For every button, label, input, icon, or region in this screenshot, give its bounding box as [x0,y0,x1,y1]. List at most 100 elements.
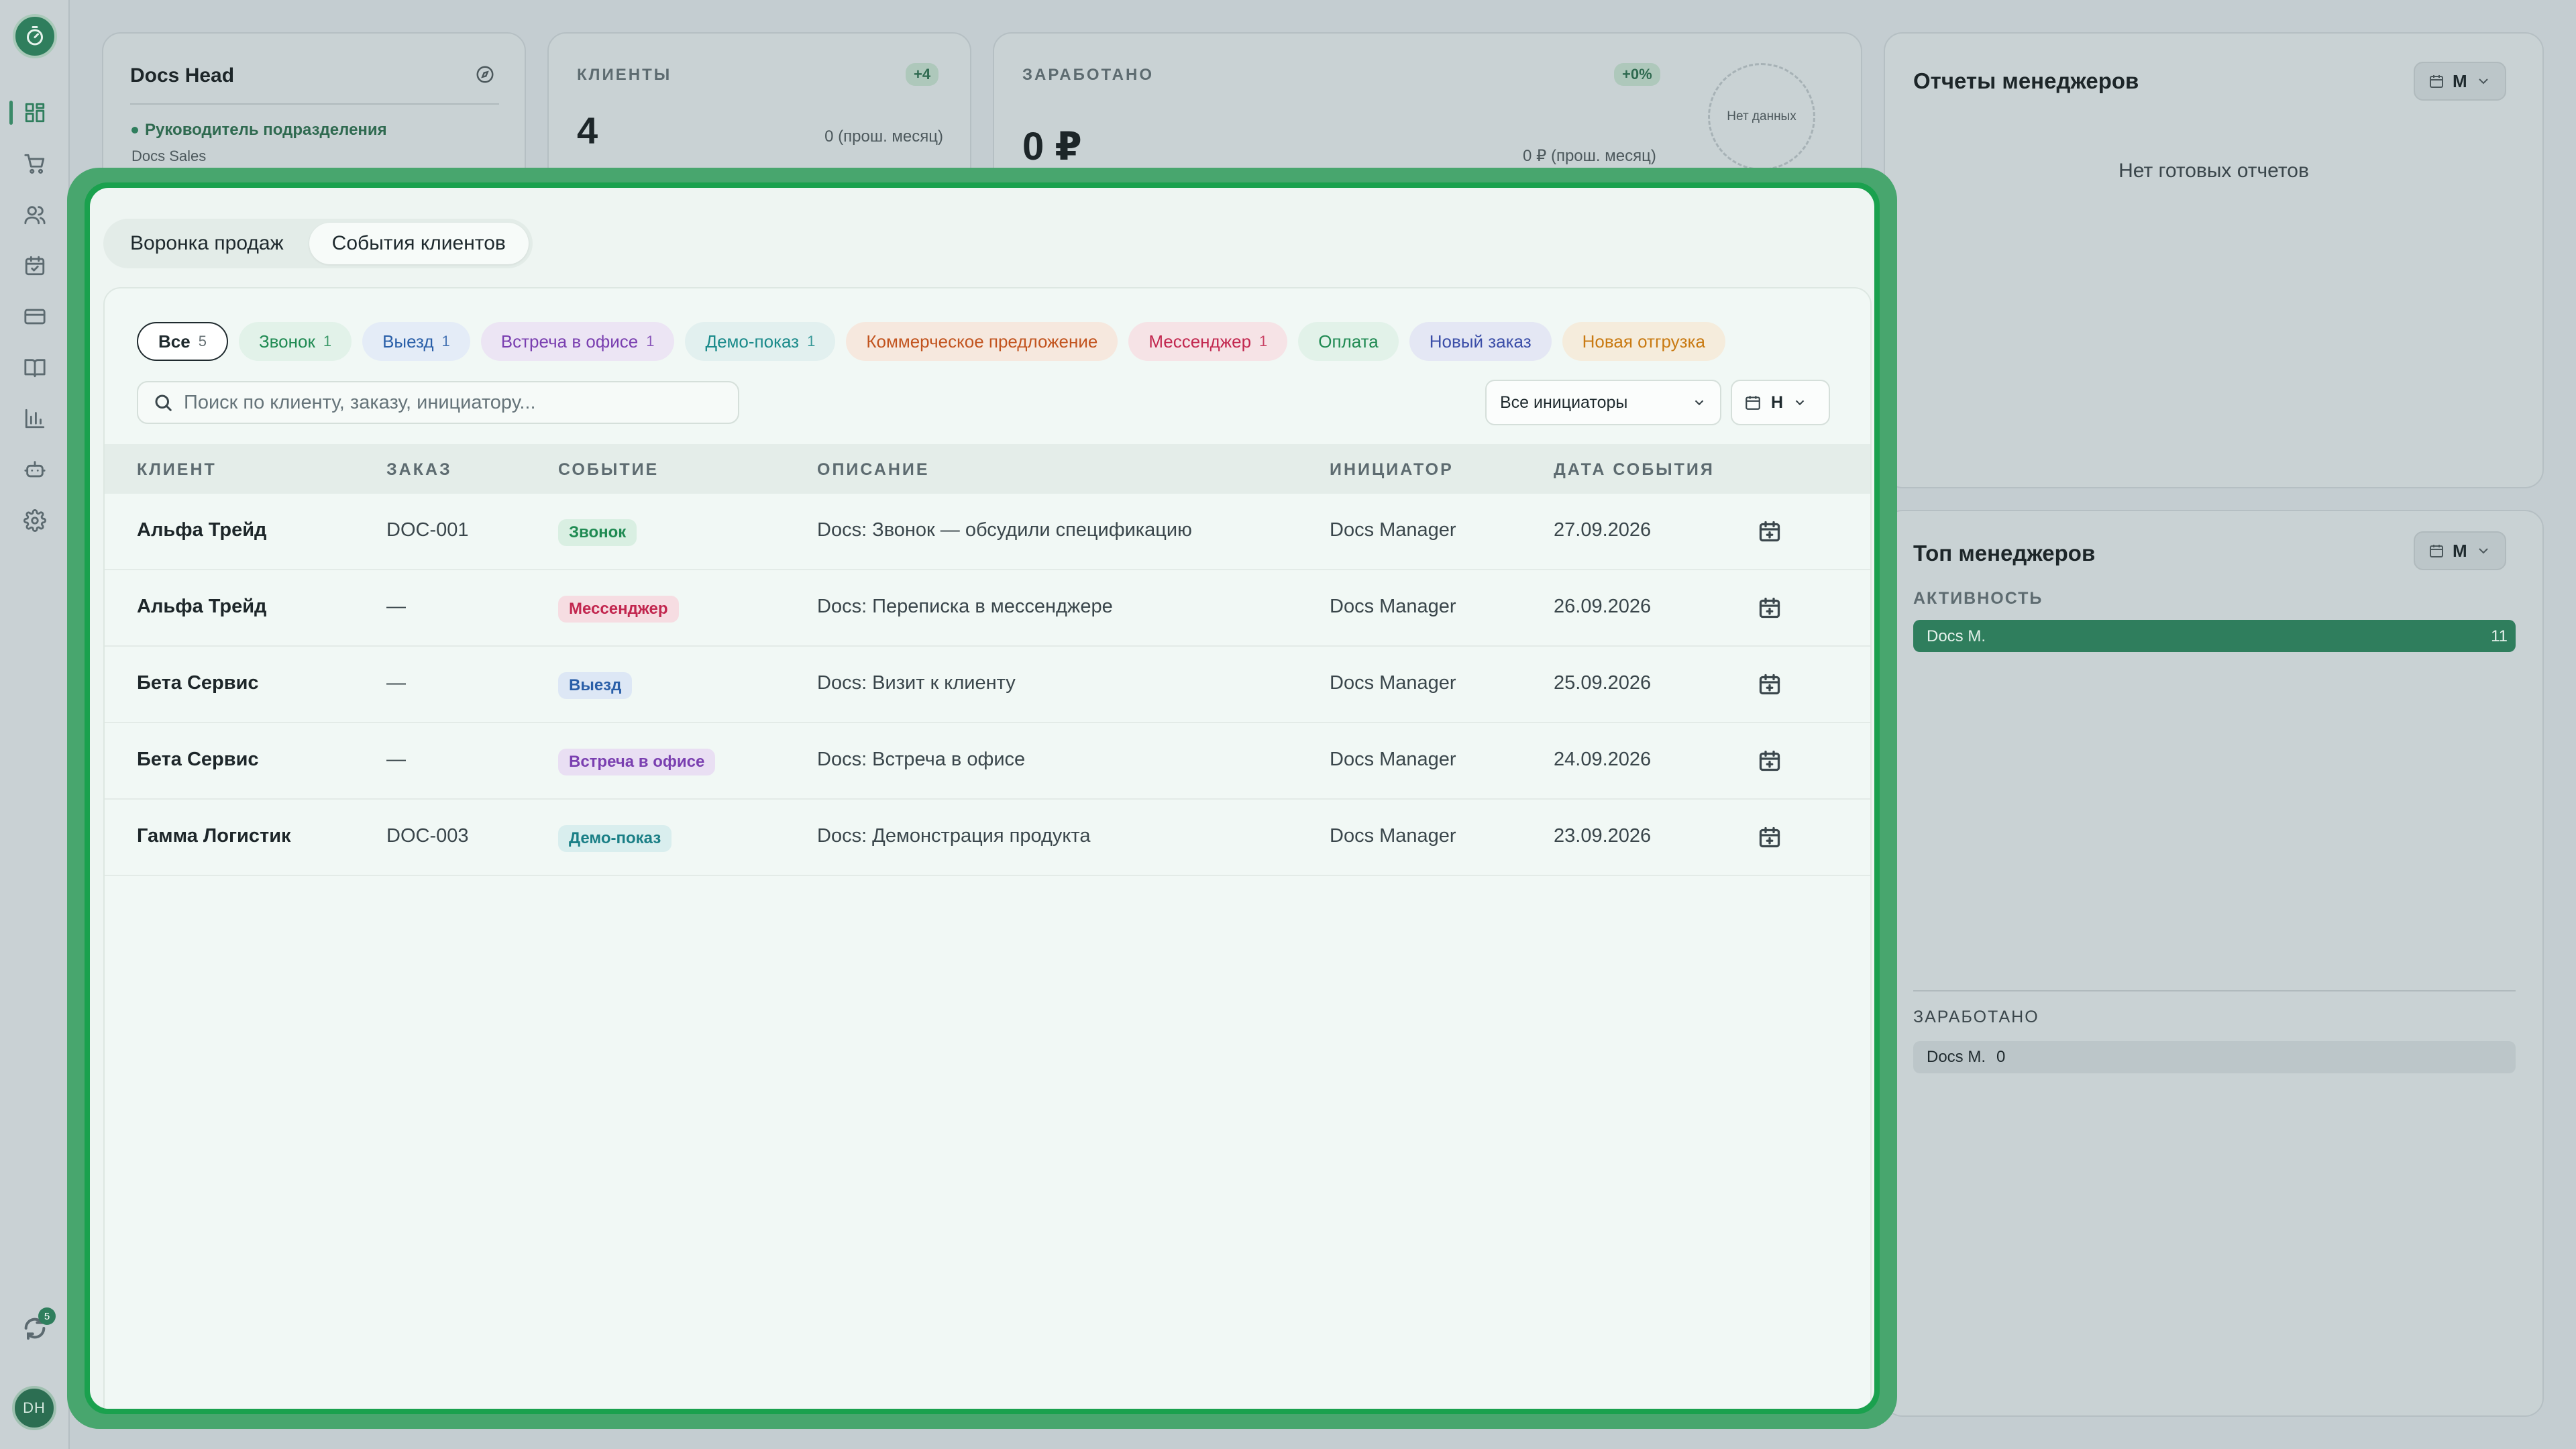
filter-chip[interactable]: Демо-показ 1 [685,322,836,361]
filter-chip[interactable]: Выезд 1 [362,322,470,361]
filter-chip-label: Встреча в офисе [500,331,639,352]
initiator-select[interactable]: Все инициаторы [1485,380,1721,425]
reports-empty: Нет готовых отчетов [2118,160,2309,182]
role-label: Руководитель подразделения [131,121,387,140]
dashboard-icon [25,103,45,123]
search-box[interactable]: Поиск по клиенту, заказу, инициатору... [137,381,739,424]
table-row[interactable]: Альфа Трейд — Мессенджер Docs: Переписка в … [105,570,1870,647]
calendar-icon [1746,396,1760,410]
sync-button[interactable]: 5 [18,1307,56,1345]
initiator-cell: Docs Manager [1330,596,1456,617]
avatar[interactable]: DH [12,1386,56,1430]
filter-chip[interactable]: Мессенджер 1 [1128,322,1288,361]
top-managers-title: Топ менеджеров [1913,541,2096,566]
client-cell[interactable]: Альфа Трейд [137,519,266,541]
earned-top-caption: ЗАРАБОТАНО [1913,1008,2039,1026]
filter-chip-count: 1 [441,333,450,350]
compass-icon[interactable] [475,64,495,85]
order-cell: — [386,596,406,617]
client-cell[interactable]: Альфа Трейд [137,596,266,618]
filter-chip[interactable]: Новая отгрузка [1562,322,1725,361]
filter-chip[interactable]: Звонок 1 [238,322,352,361]
filter-chip[interactable]: Оплата [1298,322,1399,361]
add-to-calendar-button[interactable] [1758,672,1784,699]
nav-dashboard[interactable] [9,93,55,133]
column-header[interactable]: ДАТА СОБЫТИЯ [1554,460,1715,480]
divider [130,103,499,105]
app-logo[interactable] [13,14,57,58]
empty-chart: Нет данных [1708,63,1815,170]
event-type-badge: Мессенджер [558,596,679,623]
top-managers-card: Топ менеджеров М АКТИВНОСТЬ Docs M. 11 З… [1884,510,2544,1417]
clients-caption: КЛИЕНТЫ [577,66,672,84]
clients-previous: 0 (прош. месяц) [824,127,943,146]
calendar-icon [2430,75,2443,88]
earned-previous: 0 ₽ (прош. месяц) [1523,147,1656,165]
add-to-calendar-button[interactable] [1758,825,1784,852]
date-cell: 26.09.2026 [1554,596,1652,617]
filter-chip-label: Демо-показ [705,331,800,352]
table-row[interactable]: Бета Сервис — Встреча в офисе Docs: Встреча… [105,723,1870,800]
nav-knowledge[interactable] [15,347,55,388]
table-row[interactable]: Бета Сервис — Выезд Docs: Визит к клиенту Do… [105,647,1870,723]
clients-delta-badge: +4 [906,63,939,86]
filter-chip[interactable]: Встреча в офисе 1 [480,322,675,361]
nav-orders[interactable] [15,144,55,184]
filter-chip[interactable]: Все 5 [137,322,228,361]
add-to-calendar-button[interactable] [1758,596,1784,623]
search-input[interactable]: Поиск по клиенту, заказу, инициатору... [184,392,536,414]
tab-sales-funnel[interactable]: Воронка продаж [107,223,307,264]
clients-value: 4 [577,109,598,152]
nav-clients[interactable] [15,195,55,235]
team-label: Docs Sales [131,148,207,164]
calendar-plus-icon [1759,826,1780,848]
event-type-badge: Демо-показ [558,825,672,852]
description-cell: Docs: Визит к клиенту [817,672,1016,694]
profile-name: Docs Head [130,64,235,87]
filter-chip-count: 5 [198,333,207,350]
column-header[interactable]: ИНИЦИАТОР [1330,460,1454,480]
client-cell[interactable]: Бета Сервис [137,672,259,694]
add-to-calendar-button[interactable] [1758,749,1784,775]
nav-payments[interactable] [15,297,55,337]
nav-bot[interactable] [15,449,55,490]
filter-chip-count: 1 [1259,333,1268,350]
client-cell[interactable]: Гамма Логистик [137,825,291,847]
filter-chip-label: Все [158,331,191,352]
column-header[interactable]: КЛИЕНТ [137,460,217,480]
earned-delta-badge: +0% [1614,63,1660,86]
filter-chip-label: Выезд [382,331,434,352]
table-row[interactable]: Гамма Логистик DOC-003 Демо-показ Docs: Дем… [105,800,1870,876]
filter-chip[interactable]: Новый заказ [1409,322,1552,361]
event-filter-chips: Все 5 Звонок 1 Выезд 1 Встреча в офисе 1 Демо-по… [137,322,1725,361]
tab-client-events[interactable]: События клиентов [309,223,529,264]
top-period-button[interactable]: М [2414,531,2506,570]
filter-chip-count: 1 [807,333,816,350]
reports-period-button[interactable]: М [2414,62,2506,101]
calendar-check-icon [25,256,45,276]
nav-settings[interactable] [15,500,55,541]
date-period-select[interactable]: Н [1731,380,1830,425]
column-header[interactable]: ОПИСАНИЕ [817,460,930,480]
add-to-calendar-button[interactable] [1758,519,1784,546]
sidebar: 5 DH [0,0,70,1449]
event-type-badge: Выезд [558,672,633,699]
chevron-down-icon [1695,400,1704,406]
date-period-value: Н [1771,392,1784,412]
nav-analytics[interactable] [15,398,55,439]
table-row[interactable]: Альфа Трейд DOC-001 Звонок Docs: Звонок — о… [105,494,1870,570]
date-cell: 23.09.2026 [1554,825,1652,847]
reports-card: Отчеты менеджеров М Нет готовых отчетов [1884,32,2544,488]
earned-value: 0 ₽ [1022,125,1082,168]
column-header[interactable]: ЗАКАЗ [386,460,452,480]
filter-chip-count: 1 [323,333,332,350]
filter-chip[interactable]: Коммерческое предложение [846,322,1118,361]
nav-calendar[interactable] [15,246,55,286]
cart-icon [24,154,45,174]
client-cell[interactable]: Бета Сервис [137,749,259,771]
date-cell: 25.09.2026 [1554,672,1652,694]
order-cell: — [386,672,406,694]
calendar-icon [2430,545,2443,557]
column-header[interactable]: СОБЫТИЕ [558,460,659,480]
role-text: Руководитель подразделения [145,121,387,139]
